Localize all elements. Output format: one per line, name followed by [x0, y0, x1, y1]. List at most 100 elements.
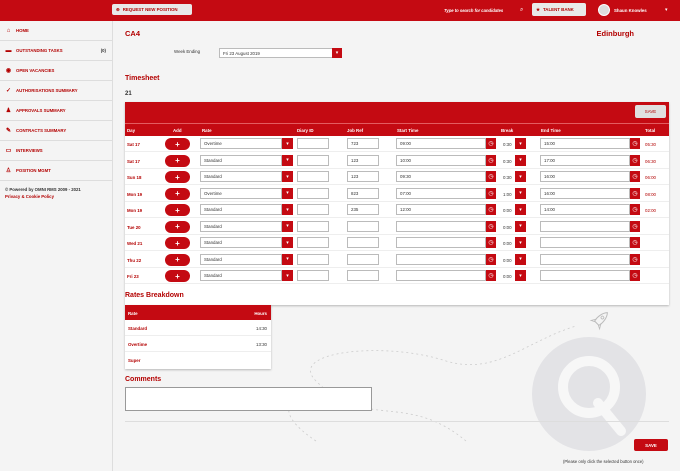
end-time-input[interactable]	[540, 237, 630, 248]
clock-icon[interactable]: ◷	[486, 171, 496, 182]
job-ref-input[interactable]: 235	[347, 204, 379, 215]
clock-icon[interactable]: ◷	[486, 237, 496, 248]
start-time-input[interactable]	[396, 220, 486, 232]
start-time-input[interactable]	[396, 270, 486, 281]
add-entry-button[interactable]: +	[165, 204, 190, 216]
chevron-down-icon[interactable]: ▾	[332, 48, 342, 58]
job-ref-input[interactable]	[347, 237, 379, 248]
chevron-down-icon[interactable]: ▾	[515, 253, 526, 265]
chevron-down-icon[interactable]: ▾	[515, 270, 526, 281]
clock-icon[interactable]: ◷	[630, 220, 640, 232]
sidebar-item-authorisations-summary[interactable]: ✓ AUTHORISATIONS SUMMARY	[0, 81, 112, 101]
chevron-down-icon[interactable]: ▾	[282, 253, 293, 265]
add-entry-button[interactable]: +	[165, 220, 190, 233]
chevron-down-icon[interactable]: ▾	[282, 138, 293, 149]
job-ref-input[interactable]: 823	[347, 187, 379, 199]
rate-select[interactable]: Overtime	[200, 138, 282, 149]
chevron-down-icon[interactable]: ▾	[282, 237, 293, 248]
add-entry-button[interactable]: +	[165, 270, 190, 282]
clock-icon[interactable]: ◷	[630, 204, 640, 215]
rate-select[interactable]: Standard	[200, 270, 282, 281]
search-input[interactable]: Type to search for candidates	[444, 8, 503, 13]
start-time-input[interactable]: 12:00	[396, 204, 486, 215]
sidebar-item-position-mgmt[interactable]: ♙ POSITION MGMT	[0, 161, 112, 181]
rate-select[interactable]: Standard	[200, 204, 282, 215]
add-entry-button[interactable]: +	[165, 154, 190, 167]
clock-icon[interactable]: ◷	[630, 270, 640, 281]
search-icon[interactable]: ⌕	[520, 7, 523, 14]
end-time-input[interactable]: 16:00	[540, 171, 630, 182]
clock-icon[interactable]: ◷	[630, 171, 640, 182]
start-time-input[interactable]	[396, 253, 486, 265]
start-time-input[interactable]: 09:00	[396, 138, 486, 149]
add-entry-button[interactable]: +	[165, 138, 190, 150]
clock-icon[interactable]: ◷	[486, 154, 496, 166]
rate-select[interactable]: Standard	[200, 171, 282, 182]
job-ref-input[interactable]: 123	[347, 171, 379, 182]
avatar[interactable]	[598, 4, 610, 16]
privacy-policy-link[interactable]: Privacy & Cookie Policy	[5, 193, 107, 200]
break-value[interactable]: 0:00	[503, 258, 512, 263]
break-value[interactable]: 0:00	[503, 274, 512, 279]
rate-select[interactable]: Standard	[200, 220, 282, 232]
end-time-input[interactable]: 14:00	[540, 204, 630, 215]
clock-icon[interactable]: ◷	[630, 253, 640, 265]
rate-select[interactable]: Standard	[200, 253, 282, 265]
chevron-down-icon[interactable]: ▾	[515, 237, 526, 248]
diary-id-input[interactable]	[297, 171, 329, 182]
chevron-down-icon[interactable]: ▾	[282, 171, 293, 182]
chevron-down-icon[interactable]: ▾	[515, 171, 526, 182]
start-time-input[interactable]: 07:00	[396, 187, 486, 199]
chevron-down-icon[interactable]: ▾	[665, 7, 668, 13]
end-time-input[interactable]	[540, 220, 630, 232]
job-ref-input[interactable]	[347, 220, 379, 232]
add-entry-button[interactable]: +	[165, 237, 190, 249]
comments-textarea[interactable]	[125, 387, 372, 411]
talent-bank-button[interactable]: ★ TALENT BANK	[532, 3, 586, 16]
start-time-input[interactable]	[396, 237, 486, 248]
job-ref-input[interactable]: 723	[347, 138, 379, 149]
clock-icon[interactable]: ◷	[630, 187, 640, 199]
diary-id-input[interactable]	[297, 154, 329, 166]
job-ref-input[interactable]	[347, 270, 379, 281]
start-time-input[interactable]: 10:00	[396, 154, 486, 166]
diary-id-input[interactable]	[297, 187, 329, 199]
end-time-input[interactable]	[540, 270, 630, 281]
start-time-input[interactable]: 09:30	[396, 171, 486, 182]
job-ref-input[interactable]	[347, 253, 379, 265]
break-value[interactable]: 0:30	[503, 142, 512, 147]
sidebar-item-contracts-summary[interactable]: ✎ CONTRACTS SUMMARY	[0, 121, 112, 141]
add-entry-button[interactable]: +	[165, 187, 190, 200]
end-time-input[interactable]: 15:00	[540, 138, 630, 149]
chevron-down-icon[interactable]: ▾	[515, 138, 526, 149]
break-value[interactable]: 0:00	[503, 225, 512, 230]
rate-select[interactable]: Standard	[200, 237, 282, 248]
clock-icon[interactable]: ◷	[486, 270, 496, 281]
diary-id-input[interactable]	[297, 204, 329, 215]
add-entry-button[interactable]: +	[165, 171, 190, 183]
diary-id-input[interactable]	[297, 220, 329, 232]
request-new-position-button[interactable]: ⊕ REQUEST NEW POSITION	[112, 4, 192, 15]
chevron-down-icon[interactable]: ▾	[282, 204, 293, 215]
add-entry-button[interactable]: +	[165, 253, 190, 266]
timesheet-save-button[interactable]: SAVE	[635, 105, 666, 118]
chevron-down-icon[interactable]: ▾	[282, 154, 293, 166]
sidebar-item-approvals-summary[interactable]: ♟ APPROVALS SUMMARY	[0, 101, 112, 121]
user-name[interactable]: Shaun Knowles	[614, 8, 647, 13]
chevron-down-icon[interactable]: ▾	[282, 270, 293, 281]
chevron-down-icon[interactable]: ▾	[515, 187, 526, 199]
rate-select[interactable]: Standard	[200, 154, 282, 166]
end-time-input[interactable]: 16:00	[540, 187, 630, 199]
clock-icon[interactable]: ◷	[630, 237, 640, 248]
clock-icon[interactable]: ◷	[486, 220, 496, 232]
sidebar-item-open-vacancies[interactable]: ◉ OPEN VACANCIES	[0, 61, 112, 81]
chevron-down-icon[interactable]: ▾	[515, 154, 526, 166]
clock-icon[interactable]: ◷	[486, 253, 496, 265]
chevron-down-icon[interactable]: ▾	[282, 220, 293, 232]
chevron-down-icon[interactable]: ▾	[282, 187, 293, 199]
sidebar-item-home[interactable]: ⌂ HOME	[0, 21, 112, 41]
break-value[interactable]: 0:30	[503, 159, 512, 164]
diary-id-input[interactable]	[297, 138, 329, 149]
break-value[interactable]: 0:00	[503, 241, 512, 246]
clock-icon[interactable]: ◷	[486, 204, 496, 215]
